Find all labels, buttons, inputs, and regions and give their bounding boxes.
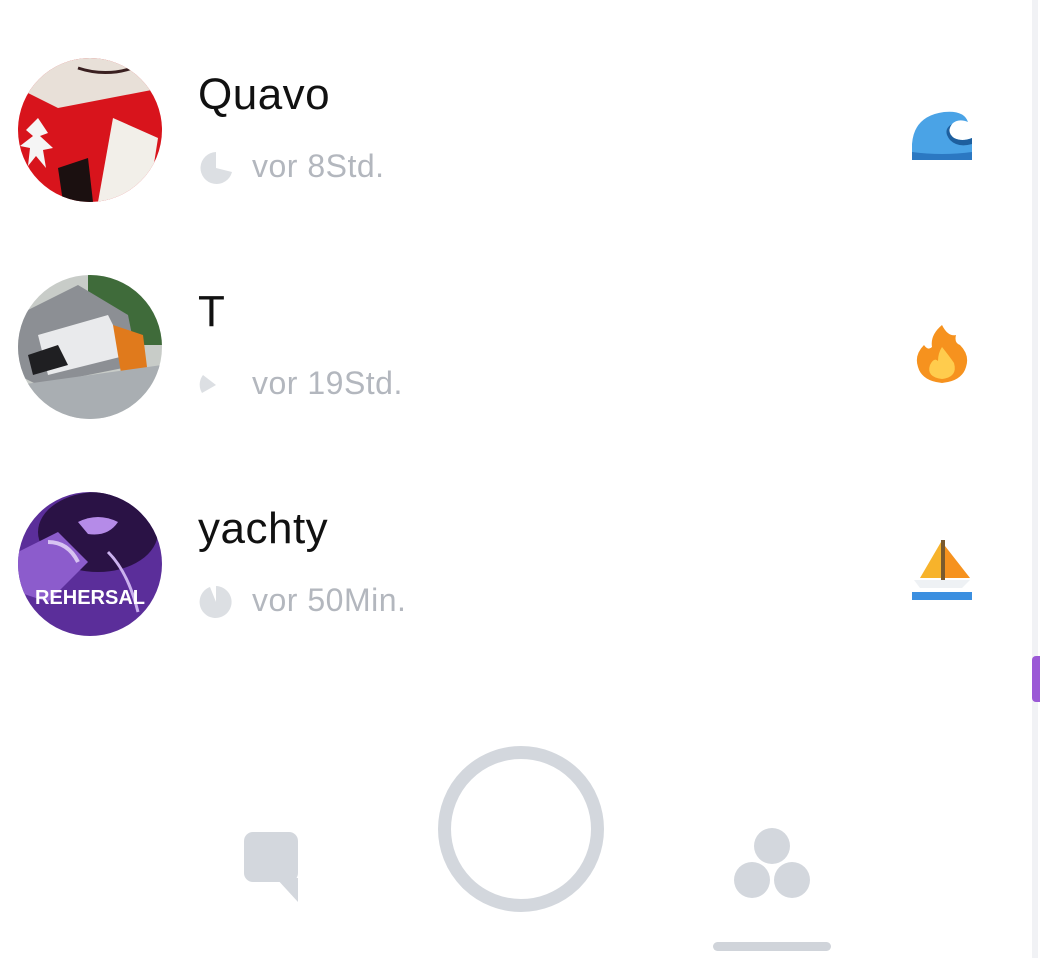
story-row-quavo[interactable]: Quavo vor 8Std. bbox=[0, 0, 1030, 202]
bottom-navigation bbox=[0, 720, 1030, 958]
avatar[interactable]: REHERSAL bbox=[18, 492, 162, 636]
avatar-image bbox=[18, 58, 162, 202]
story-name: yachty bbox=[198, 504, 329, 553]
capture-button[interactable] bbox=[438, 746, 604, 912]
sailboat-icon bbox=[910, 538, 974, 602]
active-tab-indicator bbox=[713, 942, 831, 951]
stories-icon[interactable] bbox=[730, 824, 814, 900]
scrollbar-track[interactable] bbox=[1032, 0, 1038, 958]
story-row-yachty[interactable]: REHERSAL yachty vor 50Min. bbox=[0, 434, 1030, 636]
avatar-caption: REHERSAL bbox=[35, 587, 145, 609]
avatar[interactable] bbox=[18, 275, 162, 419]
timer-icon bbox=[198, 367, 234, 403]
timer-icon bbox=[198, 150, 234, 186]
story-time: vor 19Std. bbox=[252, 365, 403, 401]
fire-icon bbox=[910, 321, 974, 385]
chat-icon[interactable] bbox=[240, 828, 302, 904]
story-row-t[interactable]: T vor 19Std. bbox=[0, 217, 1030, 419]
wave-icon bbox=[910, 104, 974, 168]
story-time: vor 50Min. bbox=[252, 582, 407, 618]
avatar[interactable] bbox=[18, 58, 162, 202]
avatar-image bbox=[18, 275, 162, 419]
story-time: vor 8Std. bbox=[252, 148, 385, 184]
avatar-image: REHERSAL bbox=[18, 492, 162, 636]
timer-icon bbox=[198, 584, 234, 620]
story-name: T bbox=[198, 287, 226, 336]
story-name: Quavo bbox=[198, 70, 331, 119]
scrollbar-thumb[interactable] bbox=[1032, 656, 1040, 702]
